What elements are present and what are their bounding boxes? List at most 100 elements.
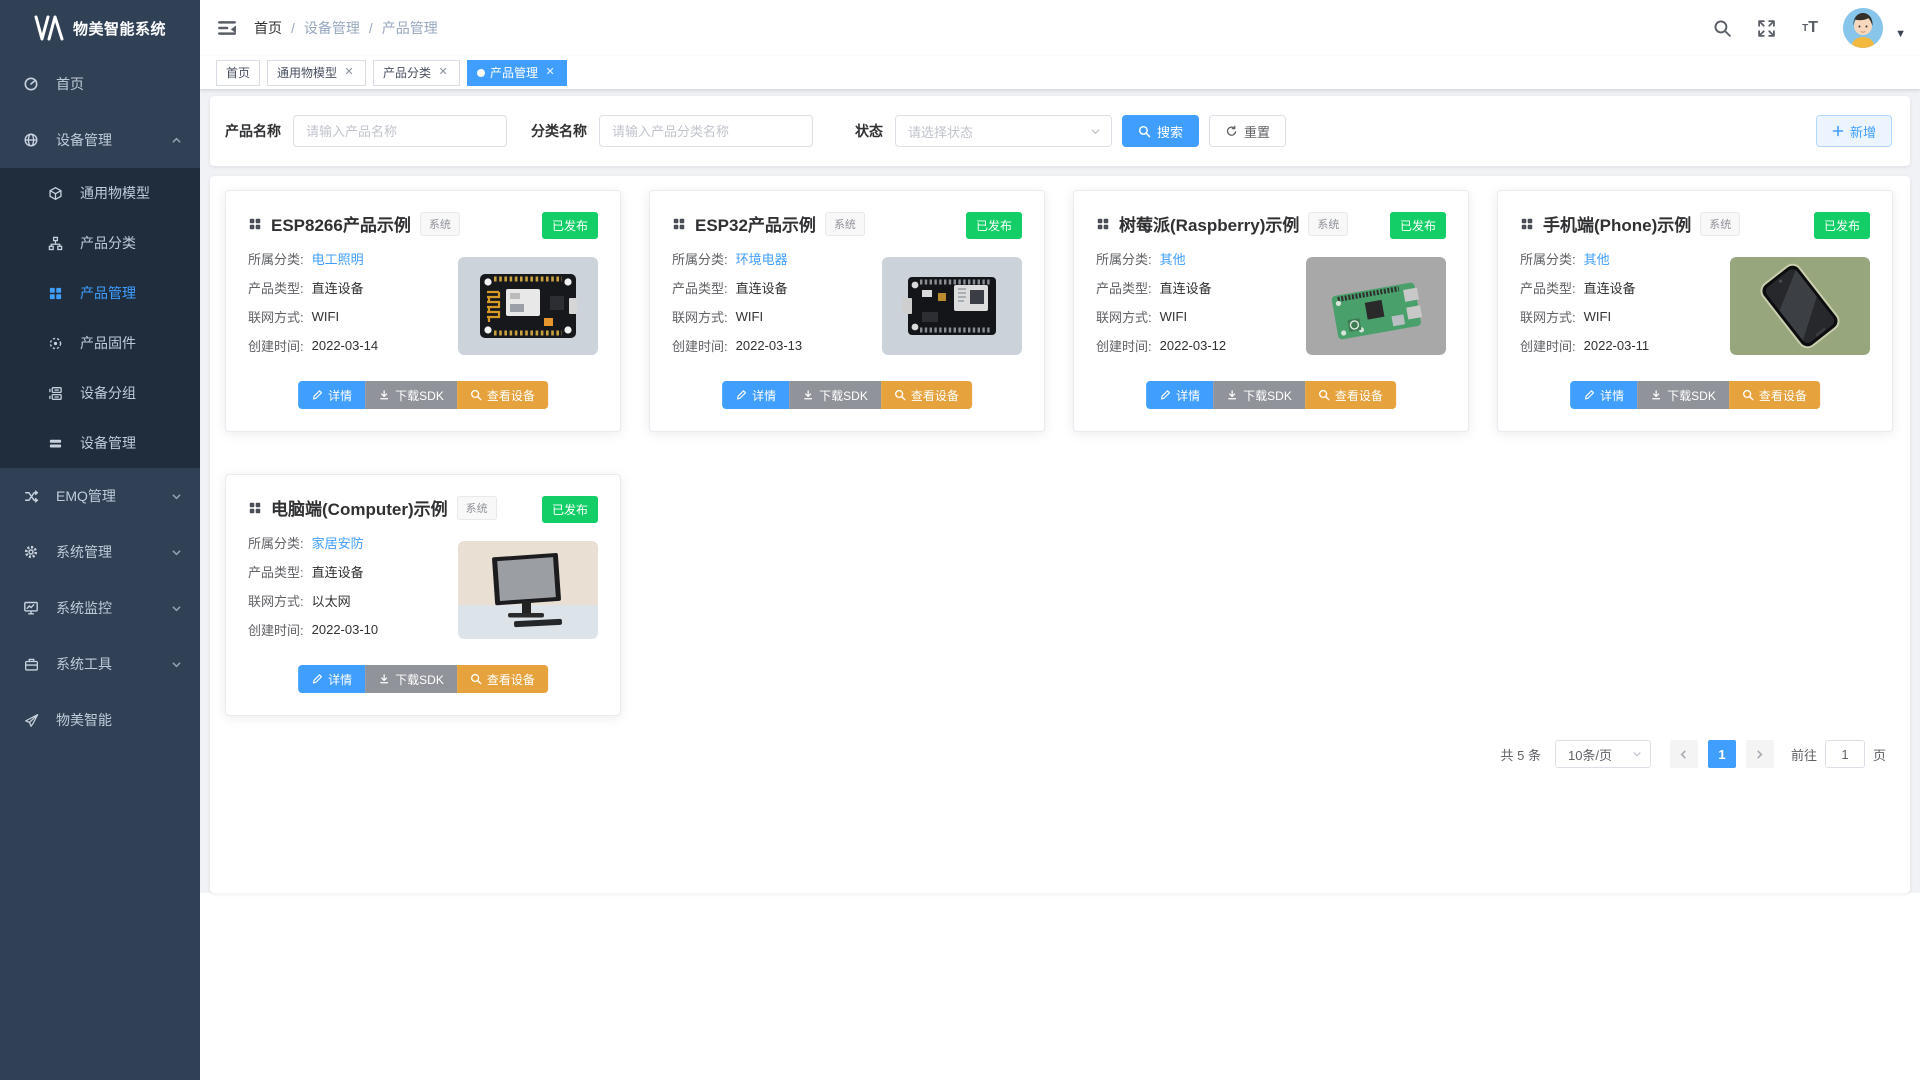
detail-button[interactable]: 详情 <box>298 665 365 693</box>
detail-button[interactable]: 详情 <box>298 381 365 409</box>
category-link[interactable]: 其他 <box>1160 249 1186 268</box>
sidebar-item-product-management[interactable]: 产品管理 <box>0 268 200 318</box>
field-label: 创建时间: <box>1520 336 1576 355</box>
system-tag: 系统 <box>1700 212 1740 236</box>
search-icon[interactable] <box>1705 8 1739 48</box>
breadcrumb-device-management: 设备管理 <box>304 18 360 38</box>
add-button[interactable]: 新增 <box>1816 115 1892 147</box>
detail-button[interactable]: 详情 <box>1570 381 1637 409</box>
product-list-panel: ESP8266产品示例 系统 已发布 所属分类:电工照明 产品类型:直连设备 联… <box>210 176 1910 893</box>
sidebar-item-label: 通用物模型 <box>80 183 150 203</box>
reset-button[interactable]: 重置 <box>1209 115 1286 147</box>
close-icon[interactable]: ✕ <box>543 66 557 80</box>
download-sdk-button[interactable]: 下载SDK <box>1213 381 1305 409</box>
search-button[interactable]: 搜索 <box>1122 115 1199 147</box>
view-devices-button[interactable]: 查看设备 <box>1729 381 1820 409</box>
product-name-input[interactable] <box>293 115 507 147</box>
close-icon[interactable]: ✕ <box>436 66 450 80</box>
sidebar-item-home[interactable]: 首页 <box>0 56 200 112</box>
download-sdk-button[interactable]: 下载SDK <box>365 381 457 409</box>
sidebar-item-label: 设备分组 <box>80 383 136 403</box>
tab-product-management[interactable]: 产品管理 ✕ <box>467 60 567 86</box>
sidebar-item-label: 产品分类 <box>80 233 136 253</box>
view-devices-button[interactable]: 查看设备 <box>457 665 548 693</box>
sitemap-icon <box>44 236 66 251</box>
caret-down-icon[interactable]: ▼ <box>1895 28 1906 40</box>
category-name-input[interactable] <box>599 115 813 147</box>
field-label: 产品类型: <box>1096 278 1152 297</box>
user-avatar[interactable] <box>1843 8 1883 48</box>
chevron-down-icon <box>171 659 182 670</box>
monitor-icon <box>20 600 42 616</box>
search-icon <box>1742 389 1754 401</box>
download-icon <box>378 389 390 401</box>
sidebar-item-product-category[interactable]: 产品分类 <box>0 218 200 268</box>
hamburger-icon[interactable] <box>216 17 238 39</box>
page-size-select[interactable]: 10条/页 <box>1555 740 1651 768</box>
phone-image <box>1730 257 1870 355</box>
sidebar-item-label: 物美智能 <box>56 710 112 730</box>
sidebar-item-label: 产品管理 <box>80 283 136 303</box>
chevron-down-icon <box>1632 749 1642 759</box>
detail-button[interactable]: 详情 <box>722 381 789 409</box>
product-card-esp32: ESP32产品示例 系统 已发布 所属分类:环境电器 产品类型:直连设备 联网方… <box>649 190 1045 432</box>
download-sdk-button[interactable]: 下载SDK <box>1637 381 1729 409</box>
sidebar-item-system-management[interactable]: 系统管理 <box>0 524 200 580</box>
field-label: 所属分类: <box>248 249 304 268</box>
view-devices-button[interactable]: 查看设备 <box>881 381 972 409</box>
shuffle-icon <box>20 489 42 504</box>
field-label: 所属分类: <box>672 249 728 268</box>
download-sdk-button[interactable]: 下载SDK <box>789 381 881 409</box>
field-value: WIFI <box>736 309 763 324</box>
edit-icon <box>311 389 323 401</box>
sidebar-item-device-management[interactable]: 设备管理 <box>0 112 200 168</box>
category-link[interactable]: 家居安防 <box>312 533 364 552</box>
sidebar-item-label: 系统监控 <box>56 598 112 618</box>
tab-thing-model[interactable]: 通用物模型 ✕ <box>267 60 366 86</box>
status-select[interactable]: 请选择状态 <box>895 115 1112 147</box>
sidebar-item-thing-model[interactable]: 通用物模型 <box>0 168 200 218</box>
goto-page-input[interactable] <box>1825 740 1865 768</box>
category-link[interactable]: 其他 <box>1584 249 1610 268</box>
status-badge: 已发布 <box>542 212 598 239</box>
sidebar-item-emq[interactable]: EMQ管理 <box>0 468 200 524</box>
app-logo[interactable]: 物美智能系统 <box>0 0 200 56</box>
tab-product-category[interactable]: 产品分类 ✕ <box>373 60 460 86</box>
product-name-label: 产品名称 <box>225 121 281 141</box>
page-number-1[interactable]: 1 <box>1708 740 1736 768</box>
download-sdk-button[interactable]: 下载SDK <box>365 665 457 693</box>
top-navbar: 首页 / 设备管理 / 产品管理 TT ▼ <box>200 0 1920 56</box>
device-group-icon <box>44 386 66 401</box>
breadcrumb-separator: / <box>291 20 295 36</box>
view-devices-button[interactable]: 查看设备 <box>1305 381 1396 409</box>
product-card-raspberry: 树莓派(Raspberry)示例 系统 已发布 所属分类:其他 产品类型:直连设… <box>1073 190 1469 432</box>
tab-home[interactable]: 首页 <box>216 60 260 86</box>
product-card-computer: 电脑端(Computer)示例 系统 已发布 所属分类:家居安防 产品类型:直连… <box>225 474 621 716</box>
category-link[interactable]: 电工照明 <box>312 249 364 268</box>
sidebar-item-product-firmware[interactable]: 产品固件 <box>0 318 200 368</box>
sidebar-item-label: EMQ管理 <box>56 486 116 506</box>
pagination: 共 5 条 10条/页 1 前往 页 <box>1501 740 1887 768</box>
sidebar-item-label: 系统管理 <box>56 542 112 562</box>
esp8266-board-image <box>458 257 598 355</box>
view-devices-button[interactable]: 查看设备 <box>457 381 548 409</box>
field-label: 所属分类: <box>1096 249 1152 268</box>
sidebar-item-device-manage[interactable]: 设备管理 <box>0 418 200 468</box>
close-icon[interactable]: ✕ <box>342 66 356 80</box>
next-page-button[interactable] <box>1746 740 1774 768</box>
sidebar-item-device-group[interactable]: 设备分组 <box>0 368 200 418</box>
category-link[interactable]: 环境电器 <box>736 249 788 268</box>
grid-icon <box>44 286 66 301</box>
status-badge: 已发布 <box>966 212 1022 239</box>
breadcrumb-home[interactable]: 首页 <box>254 18 282 38</box>
field-value: 2022-03-12 <box>1160 338 1227 353</box>
prev-page-button[interactable] <box>1670 740 1698 768</box>
sidebar-item-system-tools[interactable]: 系统工具 <box>0 636 200 692</box>
sidebar-item-wumei-smart[interactable]: 物美智能 <box>0 692 200 748</box>
pagination-total: 共 5 条 <box>1501 745 1541 764</box>
download-icon <box>1650 389 1662 401</box>
detail-button[interactable]: 详情 <box>1146 381 1213 409</box>
sidebar-item-system-monitor[interactable]: 系统监控 <box>0 580 200 636</box>
fullscreen-icon[interactable] <box>1749 8 1783 48</box>
font-size-icon[interactable]: TT <box>1793 8 1827 48</box>
